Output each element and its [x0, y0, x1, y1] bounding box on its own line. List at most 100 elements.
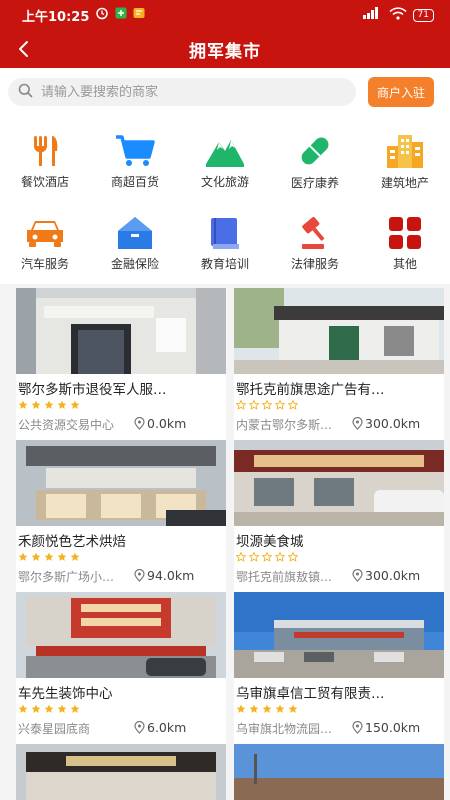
distance-value: 6.0km	[147, 720, 187, 735]
star-icon	[262, 400, 272, 410]
merchant-photo	[234, 288, 444, 374]
status-time: 上午10:25	[22, 9, 90, 25]
header: 上午10:25 71 拥军集市	[0, 0, 450, 68]
distance-value: 300.0km	[365, 568, 421, 583]
search-input[interactable]	[41, 84, 331, 100]
merchant-photo	[234, 744, 444, 800]
merchant-distance: 0.0km	[134, 416, 186, 431]
merchant-card[interactable]: 乌审旗卓信工贸有限责… 乌审旗北物流园… 150.0km	[234, 592, 444, 744]
merchant-card[interactable]: 禾颜悦色艺术烘焙 鄂尔多斯广场小… 94.0km	[16, 440, 226, 592]
category-other[interactable]: 其他	[360, 200, 450, 272]
location-pin-icon	[134, 721, 145, 734]
app-screen: 上午10:25 71 拥军集市 请输入要搜索的商家 商户入驻 餐饮酒店 商超百货…	[0, 0, 450, 800]
star-icon	[70, 400, 80, 409]
rating-stars	[18, 400, 80, 412]
star-icon	[31, 552, 41, 561]
merchant-card[interactable]: 鄂托克前旗思途广告有… 内蒙古鄂尔多斯… 300.0km	[234, 288, 444, 440]
category-label: 法律服务	[290, 257, 339, 271]
category-legal[interactable]: 法律服务	[270, 200, 360, 272]
merchant-name: 乌审旗卓信工贸有限责…	[236, 686, 385, 702]
merchant-location: 鄂托克前旗敖镇…	[236, 570, 333, 584]
bank-icon	[115, 214, 155, 251]
merchant-register-button[interactable]: 商户入驻	[368, 77, 434, 107]
merchant-location: 乌审旗北物流园…	[236, 722, 333, 736]
category-label: 文化旅游	[200, 175, 249, 189]
merchant-name: 鄂托克前旗思途广告有…	[236, 382, 385, 398]
category-education[interactable]: 教育培训	[180, 200, 270, 272]
merchant-distance: 94.0km	[134, 568, 194, 583]
merchant-card[interactable]: 鄂尔多斯市退役军人服… 公共资源交易中心 0.0km	[16, 288, 226, 440]
category-auto[interactable]: 汽车服务	[0, 200, 90, 272]
star-icon	[31, 400, 41, 409]
merchant-distance: 150.0km	[352, 720, 420, 735]
category-medical[interactable]: 医疗康养	[270, 118, 360, 190]
star-icon	[275, 400, 285, 410]
app-notification-icon	[115, 7, 127, 23]
shopping-cart-icon	[115, 132, 155, 169]
merchant-name: 车先生装饰中心	[18, 686, 113, 702]
merchant-card[interactable]	[16, 744, 226, 800]
star-icon	[236, 552, 246, 562]
merchant-distance: 300.0km	[352, 568, 420, 583]
grid-icon	[385, 214, 425, 251]
star-icon	[288, 552, 298, 562]
pill-icon	[295, 132, 335, 170]
search-row: 商户入驻	[0, 68, 450, 118]
category-finance[interactable]: 金融保险	[90, 200, 180, 272]
rating-stars	[18, 552, 80, 564]
back-arrow-icon[interactable]	[14, 38, 36, 60]
star-icon	[18, 400, 28, 409]
search-box[interactable]	[8, 78, 356, 106]
star-icon	[70, 552, 80, 561]
star-icon	[70, 704, 80, 713]
star-icon	[288, 704, 298, 713]
star-icon	[44, 552, 54, 561]
wifi-icon	[389, 6, 407, 24]
star-icon	[275, 704, 285, 713]
merchant-distance: 300.0km	[352, 416, 420, 431]
category-label: 商超百货	[110, 175, 159, 189]
rating-stars	[18, 704, 80, 716]
rating-stars	[236, 400, 298, 412]
location-pin-icon	[352, 569, 363, 582]
category-dining[interactable]: 餐饮酒店	[0, 118, 90, 190]
category-label: 医疗康养	[290, 176, 339, 190]
merchant-name: 坝源美食城	[236, 534, 304, 550]
rating-stars	[236, 704, 298, 716]
merchant-location: 兴泰星园底商	[18, 722, 91, 736]
star-icon	[44, 400, 54, 409]
category-culture-tourism[interactable]: 文化旅游	[180, 118, 270, 190]
car-icon	[25, 214, 65, 251]
star-icon	[57, 400, 67, 409]
merchant-location: 公共资源交易中心	[18, 418, 115, 432]
merchant-name: 禾颜悦色艺术烘焙	[18, 534, 126, 550]
star-icon	[57, 704, 67, 713]
gavel-icon	[295, 214, 335, 251]
location-pin-icon	[352, 721, 363, 734]
buildings-icon	[385, 132, 425, 170]
star-icon	[249, 704, 259, 713]
star-icon	[288, 400, 298, 410]
merchant-location: 内蒙古鄂尔多斯…	[236, 418, 333, 432]
merchant-card[interactable]: 车先生装饰中心 兴泰星园底商 6.0km	[16, 592, 226, 744]
merchant-card[interactable]: 坝源美食城 鄂托克前旗敖镇… 300.0km	[234, 440, 444, 592]
category-label: 汽车服务	[20, 257, 69, 271]
signal-icon	[362, 7, 383, 23]
status-right: 71	[362, 6, 434, 24]
distance-value: 150.0km	[365, 720, 421, 735]
star-icon	[18, 552, 28, 561]
category-supermarket[interactable]: 商超百货	[90, 118, 180, 190]
category-label: 餐饮酒店	[20, 175, 69, 189]
merchant-card[interactable]	[234, 744, 444, 800]
category-label: 其他	[392, 257, 417, 271]
star-icon	[236, 400, 246, 410]
location-pin-icon	[352, 417, 363, 430]
battery-indicator: 71	[412, 8, 434, 22]
location-pin-icon	[134, 569, 145, 582]
category-real-estate[interactable]: 建筑地产	[360, 118, 450, 190]
flag-notification-icon	[133, 7, 145, 23]
star-icon	[236, 704, 246, 713]
location-pin-icon	[134, 417, 145, 430]
book-icon	[205, 214, 245, 251]
star-icon	[18, 704, 28, 713]
